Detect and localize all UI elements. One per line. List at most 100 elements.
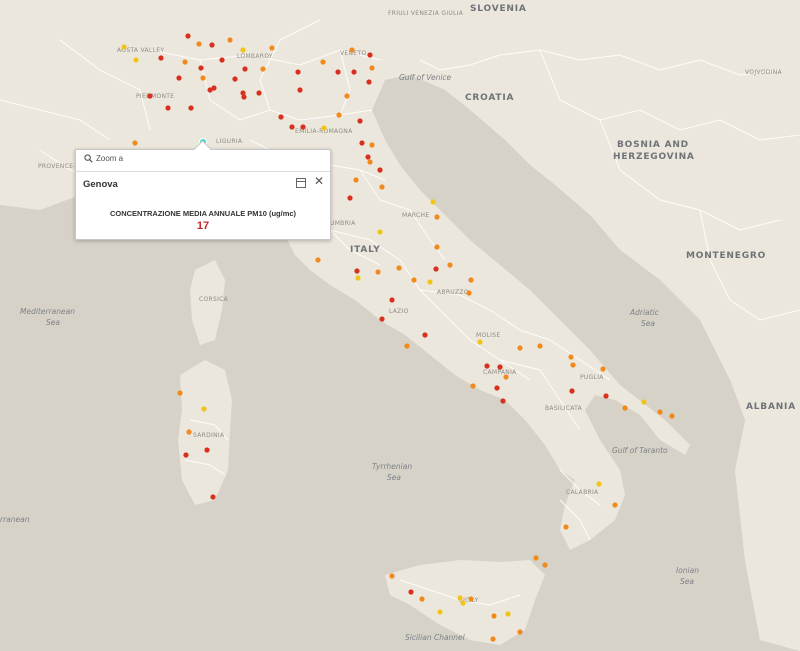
station-marker[interactable] [366, 79, 372, 85]
station-marker[interactable] [200, 75, 206, 81]
station-marker[interactable] [321, 125, 327, 131]
station-marker[interactable] [460, 600, 466, 606]
station-marker[interactable] [198, 65, 204, 71]
station-marker[interactable] [569, 388, 575, 394]
station-marker[interactable] [176, 75, 182, 81]
station-marker[interactable] [505, 611, 511, 617]
station-marker[interactable] [600, 366, 606, 372]
station-marker[interactable] [491, 613, 497, 619]
station-marker[interactable] [434, 244, 440, 250]
station-marker[interactable] [158, 55, 164, 61]
station-marker[interactable] [359, 140, 365, 146]
station-marker[interactable] [355, 275, 361, 281]
station-marker[interactable] [351, 69, 357, 75]
basemap[interactable]: SLOVENIA CROATIA BOSNIA AND HERZEGOVINA … [0, 0, 800, 651]
station-marker[interactable] [132, 140, 138, 146]
station-marker[interactable] [641, 399, 647, 405]
station-marker[interactable] [404, 343, 410, 349]
station-marker[interactable] [165, 105, 171, 111]
station-marker[interactable] [457, 595, 463, 601]
station-marker[interactable] [147, 93, 153, 99]
station-marker[interactable] [209, 42, 215, 48]
station-marker[interactable] [466, 290, 472, 296]
station-marker[interactable] [434, 214, 440, 220]
station-marker[interactable] [377, 229, 383, 235]
station-marker[interactable] [612, 502, 618, 508]
station-marker[interactable] [389, 573, 395, 579]
station-marker[interactable] [365, 154, 371, 160]
station-marker[interactable] [570, 362, 576, 368]
station-marker[interactable] [533, 555, 539, 561]
station-marker[interactable] [320, 59, 326, 65]
station-marker[interactable] [367, 52, 373, 58]
station-marker[interactable] [201, 406, 207, 412]
station-marker[interactable] [297, 87, 303, 93]
station-marker[interactable] [494, 385, 500, 391]
station-marker[interactable] [289, 124, 295, 130]
station-marker[interactable] [335, 69, 341, 75]
station-marker[interactable] [210, 494, 216, 500]
station-marker[interactable] [484, 363, 490, 369]
station-marker[interactable] [357, 118, 363, 124]
station-marker[interactable] [408, 589, 414, 595]
dock-icon[interactable] [296, 178, 306, 188]
station-marker[interactable] [185, 33, 191, 39]
station-marker[interactable] [411, 277, 417, 283]
station-marker[interactable] [468, 596, 474, 602]
station-marker[interactable] [396, 265, 402, 271]
station-marker[interactable] [260, 66, 266, 72]
station-marker[interactable] [232, 76, 238, 82]
station-marker[interactable] [537, 343, 543, 349]
station-marker[interactable] [133, 57, 139, 63]
station-marker[interactable] [354, 268, 360, 274]
station-marker[interactable] [375, 269, 381, 275]
station-marker[interactable] [568, 354, 574, 360]
station-marker[interactable] [196, 41, 202, 47]
station-marker[interactable] [240, 47, 246, 53]
station-marker[interactable] [344, 93, 350, 99]
station-marker[interactable] [349, 47, 355, 53]
station-marker[interactable] [517, 629, 523, 635]
station-marker[interactable] [188, 105, 194, 111]
station-marker[interactable] [177, 390, 183, 396]
station-marker[interactable] [419, 596, 425, 602]
station-marker[interactable] [256, 90, 262, 96]
station-marker[interactable] [497, 364, 503, 370]
station-marker[interactable] [657, 409, 663, 415]
station-marker[interactable] [433, 266, 439, 272]
station-marker[interactable] [500, 398, 506, 404]
station-marker[interactable] [379, 184, 385, 190]
station-marker[interactable] [204, 447, 210, 453]
station-marker[interactable] [437, 609, 443, 615]
station-marker[interactable] [622, 405, 628, 411]
station-marker[interactable] [503, 374, 509, 380]
station-marker[interactable] [477, 339, 483, 345]
zoom-to-button[interactable]: Zoom a [84, 154, 123, 163]
station-marker[interactable] [427, 279, 433, 285]
station-marker[interactable] [389, 297, 395, 303]
station-marker[interactable] [183, 452, 189, 458]
station-marker[interactable] [315, 257, 321, 263]
station-marker[interactable] [367, 159, 373, 165]
station-marker[interactable] [182, 59, 188, 65]
station-marker[interactable] [242, 66, 248, 72]
station-marker[interactable] [240, 90, 246, 96]
station-marker[interactable] [447, 262, 453, 268]
station-marker[interactable] [490, 636, 496, 642]
close-icon[interactable]: ✕ [314, 174, 324, 188]
station-marker[interactable] [300, 124, 306, 130]
station-marker[interactable] [430, 199, 436, 205]
station-marker[interactable] [353, 177, 359, 183]
station-marker[interactable] [468, 277, 474, 283]
station-marker[interactable] [227, 37, 233, 43]
station-marker[interactable] [336, 112, 342, 118]
station-marker[interactable] [517, 345, 523, 351]
station-marker[interactable] [278, 114, 284, 120]
station-marker[interactable] [295, 69, 301, 75]
station-marker[interactable] [219, 57, 225, 63]
station-marker[interactable] [269, 45, 275, 51]
station-marker[interactable] [377, 167, 383, 173]
station-marker[interactable] [596, 481, 602, 487]
station-marker[interactable] [563, 524, 569, 530]
station-marker[interactable] [207, 87, 213, 93]
